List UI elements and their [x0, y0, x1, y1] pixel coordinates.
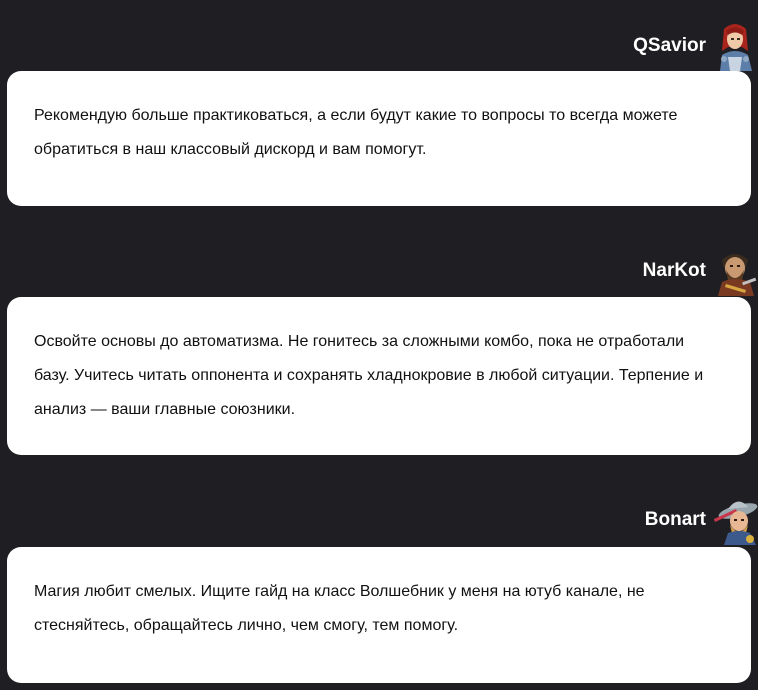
comment-text: Освойте основы до автоматизма. Не гоните… [34, 333, 704, 418]
comment-text: Рекомендую больше практиковаться, а если… [34, 107, 678, 158]
author-name: Bonart [644, 509, 706, 530]
author-name: NarKot [642, 260, 706, 281]
comment-bubble: Рекомендую больше практиковаться, а если… [7, 71, 751, 206]
comment-bubble: Освойте основы до автоматизма. Не гоните… [7, 297, 751, 455]
author-row: NarKot [643, 245, 758, 297]
author-row: QSavior [633, 20, 758, 72]
comment-bubble: Магия любит смелых. Ищите гайд на класс … [7, 547, 751, 683]
comment-text: Магия любит смелых. Ищите гайд на класс … [34, 583, 645, 634]
bearded-warrior-avatar-icon [712, 246, 758, 296]
warrior-woman-red-hair-avatar-icon [712, 21, 758, 71]
author-name: QSavior [633, 35, 706, 56]
wizard-hat-avatar-icon [712, 495, 758, 545]
author-row: Bonart [645, 494, 758, 546]
